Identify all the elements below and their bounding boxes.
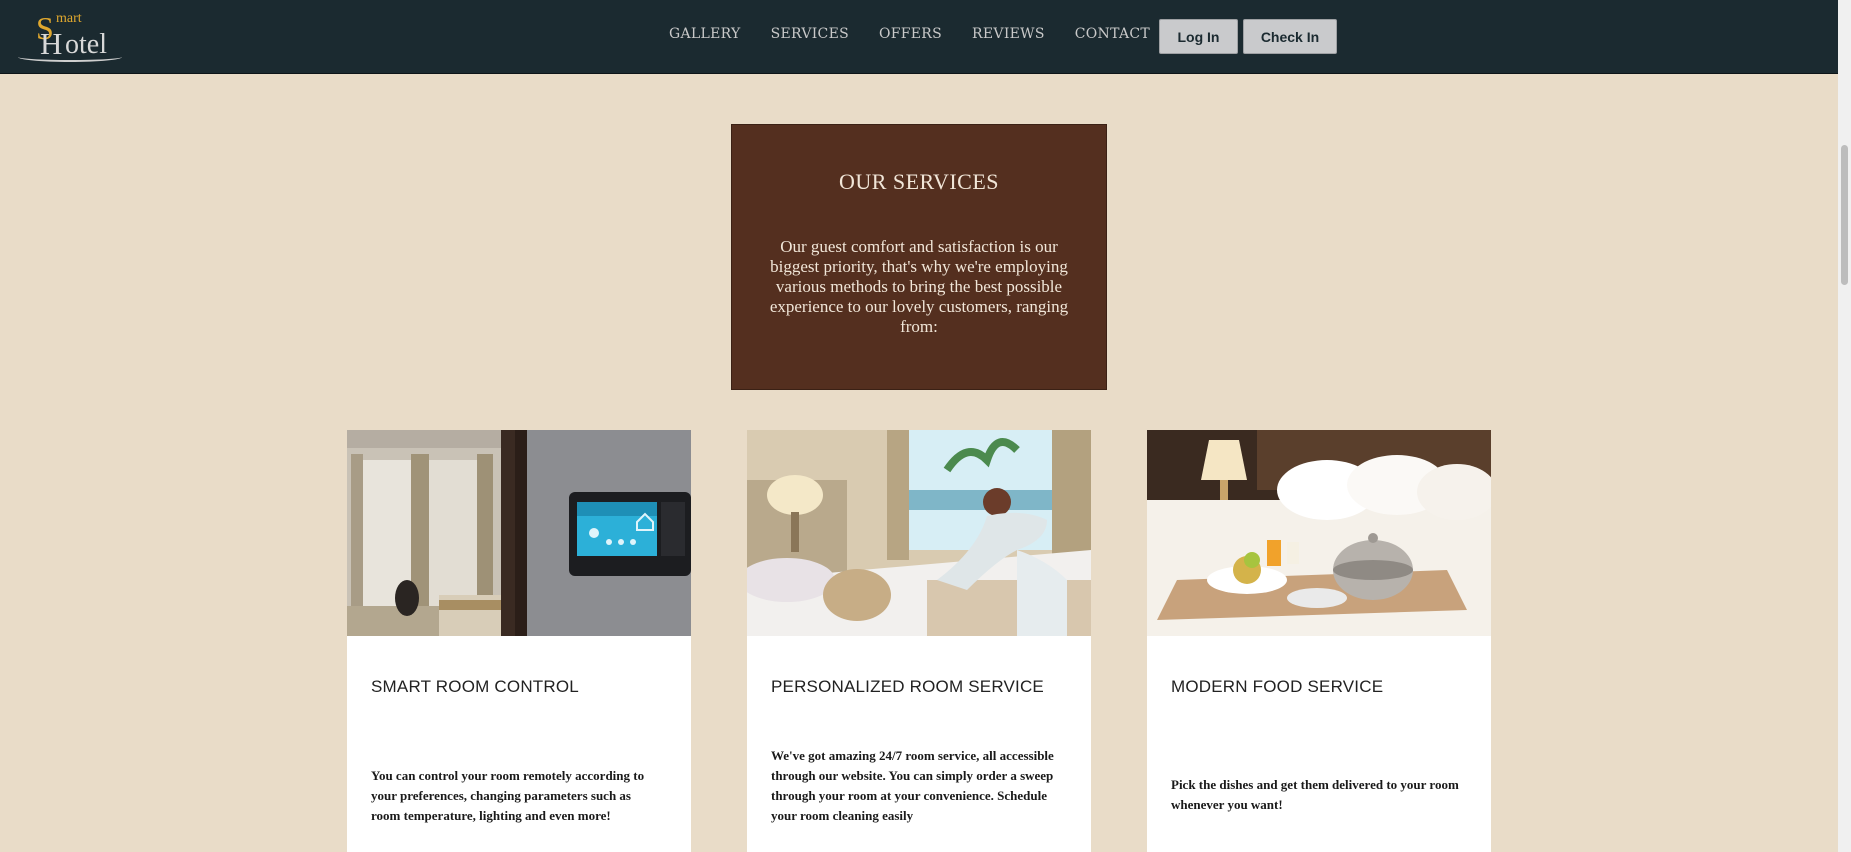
nav-link-services[interactable]: SERVICES [771,26,849,42]
food-service-image [1147,430,1491,636]
logo-text-mart: mart [56,11,82,26]
nav-link-contact[interactable]: CONTACT [1075,26,1150,42]
nav-link-offers[interactable]: OFFERS [879,26,942,42]
services-heading: OUR SERVICES [838,169,1000,194]
service-card-smart-room: SMART ROOM CONTROL You can control your … [347,430,691,852]
nav-link-gallery[interactable]: GALLERY [669,26,741,42]
service-title: PERSONALIZED ROOM SERVICE [771,677,1044,696]
scrollbar-thumb[interactable] [1841,145,1848,285]
top-navbar: S mart H otel GALLERY SERVICES OFFERS RE… [0,0,1838,74]
checkin-button[interactable]: Check In [1243,19,1337,54]
service-description: We've got amazing 24/7 room service, all… [771,748,1054,823]
nav-links: GALLERY SERVICES OFFERS REVIEWS CONTACT [669,26,1180,42]
room-service-image [747,430,1091,636]
service-description: Pick the dishes and get them delivered t… [1171,777,1459,812]
smart-hotel-logo[interactable]: S mart H otel [18,8,122,62]
services-intro-text: Our guest comfort and satisfaction is ou… [769,237,1069,336]
logo-swoosh [18,52,122,62]
services-intro-box: OUR SERVICES Our guest comfort and satis… [731,124,1107,390]
service-description: You can control your room remotely accor… [371,768,645,823]
smart-room-image [347,430,691,636]
login-button[interactable]: Log In [1159,19,1238,54]
page-scrollbar[interactable] [1838,0,1851,852]
nav-link-reviews[interactable]: REVIEWS [972,26,1045,42]
service-card-food-service: MODERN FOOD SERVICE Pick the dishes and … [1147,430,1491,852]
service-title: MODERN FOOD SERVICE [1171,677,1384,696]
service-card-room-service: PERSONALIZED ROOM SERVICE We've got amaz… [747,430,1091,852]
service-title: SMART ROOM CONTROL [371,677,579,696]
